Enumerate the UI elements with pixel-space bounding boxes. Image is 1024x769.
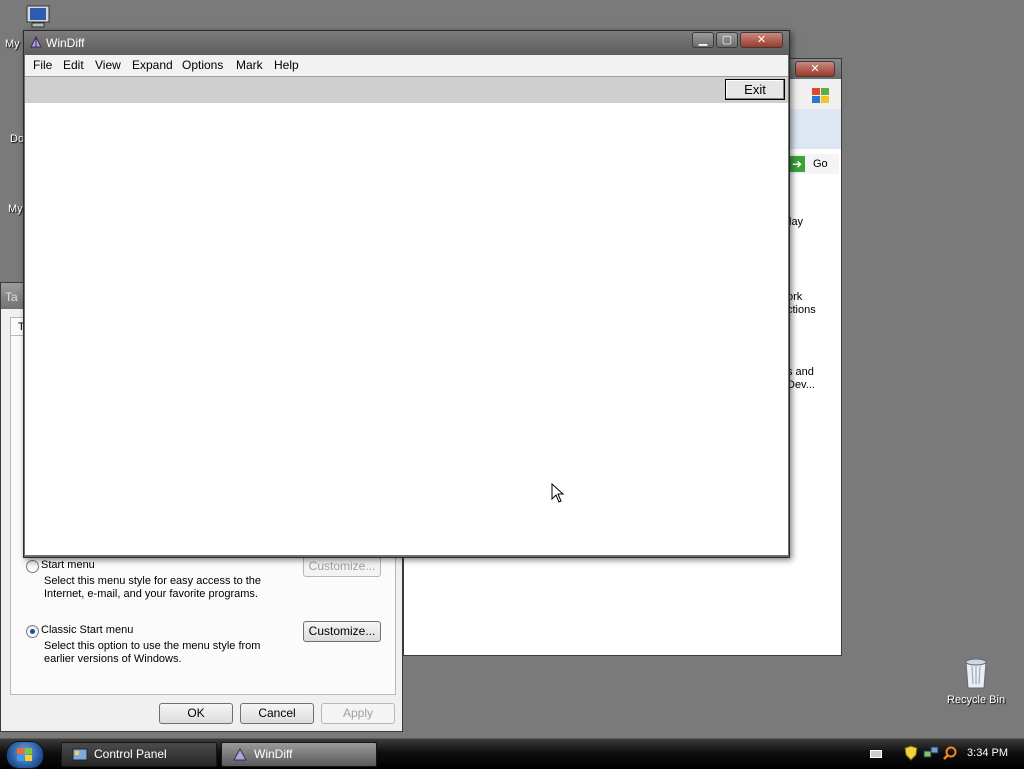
control-panel-icon bbox=[72, 748, 88, 761]
windiff-menubar: File Edit View Expand Options Mark Help bbox=[25, 55, 788, 76]
windiff-window: WinDiff ▁ ▢ ✕ File Edit View Expand Opti… bbox=[23, 30, 790, 558]
taskbar: Control Panel WinDiff 3:34 PM bbox=[0, 738, 1024, 769]
customize-classic-menu-button[interactable]: Customize... bbox=[303, 621, 381, 642]
windiff-title: WinDiff bbox=[46, 36, 85, 50]
close-button[interactable]: ✕ bbox=[740, 32, 783, 48]
taskbar-button-label: Control Panel bbox=[94, 747, 167, 761]
cp-item-network-2[interactable]: ctions bbox=[787, 304, 816, 316]
windiff-titlebar[interactable]: WinDiff ▁ ▢ ✕ bbox=[24, 31, 789, 55]
start-button[interactable] bbox=[6, 741, 44, 769]
desktop-icon-recycle-bin[interactable] bbox=[960, 656, 992, 690]
taskbar-button-control-panel[interactable]: Control Panel bbox=[61, 742, 217, 767]
windiff-content-area[interactable] bbox=[25, 103, 788, 555]
classic-description-line2: earlier versions of Windows. bbox=[44, 653, 182, 665]
windiff-app-icon bbox=[30, 35, 42, 48]
menu-options[interactable]: Options bbox=[182, 58, 223, 72]
classic-start-menu-label[interactable]: Classic Start menu bbox=[41, 624, 133, 636]
menu-view[interactable]: View bbox=[95, 58, 121, 72]
maximize-icon: ▢ bbox=[721, 34, 733, 46]
cp-item-devices-2[interactable]: Dev... bbox=[787, 379, 815, 391]
keyboard-icon[interactable] bbox=[870, 749, 882, 759]
menu-help[interactable]: Help bbox=[274, 58, 299, 72]
taskbar-button-label: WinDiff bbox=[254, 747, 293, 761]
desktop-icon-my-computer[interactable] bbox=[22, 4, 54, 30]
clock[interactable]: 3:34 PM bbox=[967, 747, 1008, 759]
windows-logo-icon bbox=[812, 88, 829, 103]
system-tray: 3:34 PM bbox=[862, 739, 1024, 769]
control-panel-address-area bbox=[787, 109, 841, 149]
maximize-button[interactable]: ▢ bbox=[716, 32, 738, 48]
close-icon: ✕ bbox=[810, 63, 820, 75]
apply-button[interactable]: Apply bbox=[321, 703, 395, 724]
desktop-label-documents: Do bbox=[10, 133, 25, 145]
menu-expand[interactable]: Expand bbox=[132, 58, 173, 72]
go-label: Go bbox=[813, 158, 828, 170]
control-panel-content-area bbox=[403, 556, 842, 656]
windiff-icon bbox=[233, 748, 247, 761]
minimize-button[interactable]: ▁ bbox=[692, 32, 714, 48]
cp-item-devices-1[interactable]: s and bbox=[787, 366, 814, 378]
network-icon[interactable] bbox=[923, 745, 939, 761]
go-arrow-icon: ➔ bbox=[789, 156, 805, 172]
mouse-cursor-icon bbox=[551, 483, 565, 503]
go-button[interactable]: ➔ Go bbox=[789, 154, 839, 174]
control-panel-close-button[interactable]: ✕ bbox=[795, 61, 835, 77]
classic-description-line1: Select this option to use the menu style… bbox=[44, 640, 261, 652]
computer-icon bbox=[26, 5, 50, 28]
start-menu-label[interactable]: Start menu bbox=[41, 559, 95, 571]
dialog-title: Ta bbox=[5, 290, 18, 304]
security-shield-icon[interactable] bbox=[904, 745, 918, 761]
start-menu-description-line1: Select this menu style for easy access t… bbox=[44, 575, 262, 587]
customize-start-menu-button[interactable]: Customize... bbox=[303, 556, 381, 577]
minimize-icon: ▁ bbox=[698, 34, 708, 46]
cp-item-display[interactable]: lay bbox=[789, 216, 803, 228]
start-menu-radio[interactable] bbox=[26, 560, 39, 573]
classic-start-menu-radio[interactable] bbox=[26, 625, 39, 638]
menu-file[interactable]: File bbox=[33, 58, 52, 72]
exit-button[interactable]: Exit bbox=[725, 79, 785, 100]
menu-edit[interactable]: Edit bbox=[63, 58, 84, 72]
windiff-status-bar: Exit bbox=[25, 76, 788, 104]
start-menu-description-line2: Internet, e-mail, and your favorite prog… bbox=[44, 588, 258, 600]
close-icon: ✕ bbox=[756, 34, 767, 46]
recycle-bin-icon bbox=[965, 658, 987, 689]
windows-logo-icon bbox=[17, 748, 32, 761]
search-icon[interactable] bbox=[942, 745, 958, 761]
ok-button[interactable]: OK bbox=[159, 703, 233, 724]
desktop-label-my-computer: My bbox=[5, 38, 20, 50]
cancel-button[interactable]: Cancel bbox=[240, 703, 314, 724]
desktop-label-network: My bbox=[8, 203, 23, 215]
control-panel-toolbar bbox=[787, 79, 841, 110]
menu-mark[interactable]: Mark bbox=[236, 58, 263, 72]
taskbar-button-windiff[interactable]: WinDiff bbox=[221, 742, 377, 767]
desktop-label-recycle-bin: Recycle Bin bbox=[947, 694, 1006, 706]
control-panel-titlebar: ✕ bbox=[787, 59, 841, 79]
